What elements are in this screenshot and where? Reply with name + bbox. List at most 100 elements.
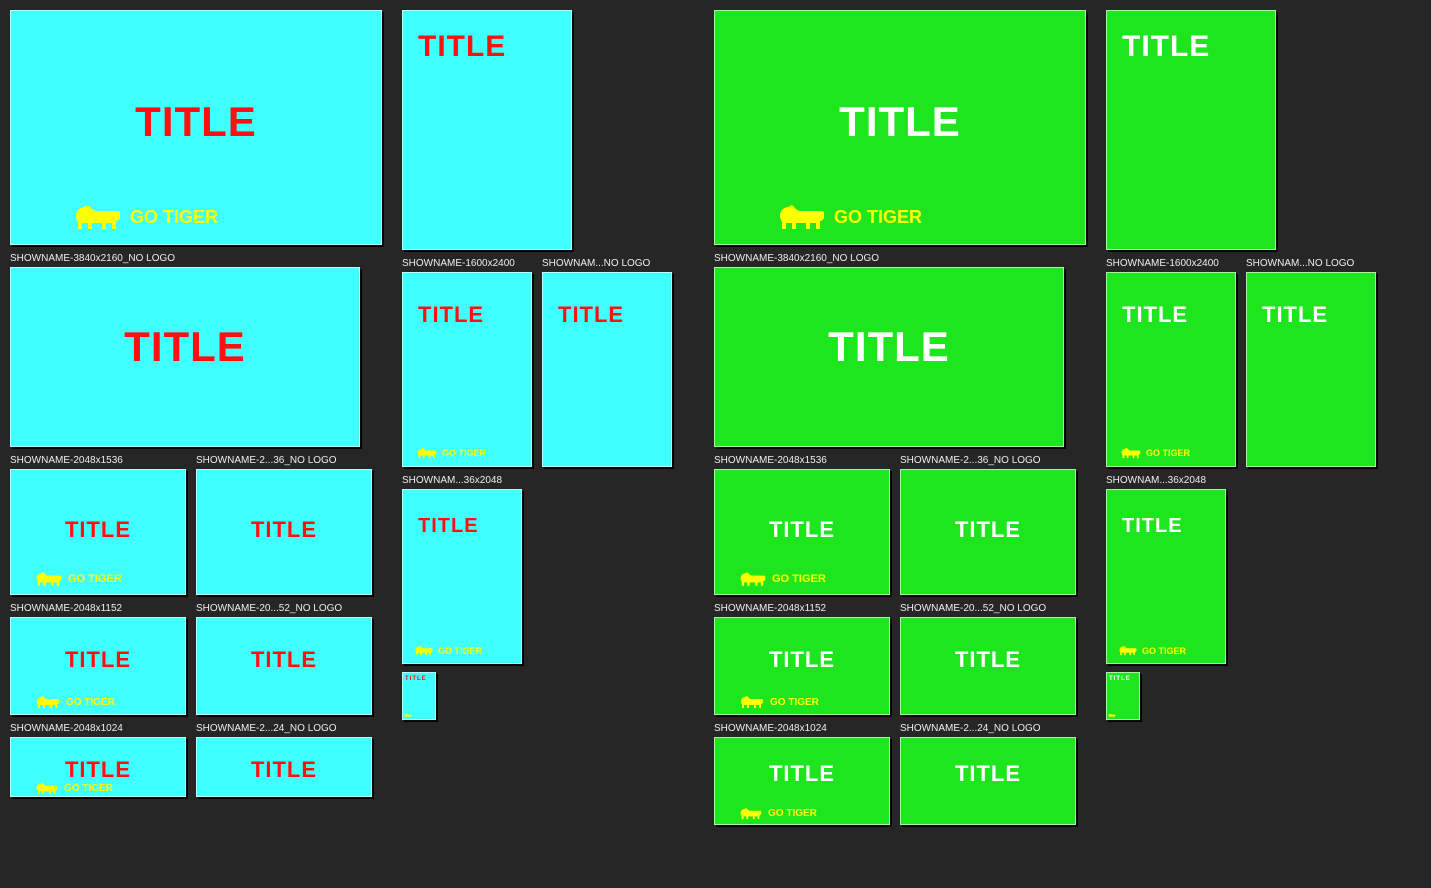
tagline-text: GO TIGER [66, 697, 115, 708]
thumbnail-item[interactable]: SHOWNAME-2048x1024 TITLE GO TIGER [10, 723, 186, 797]
logo-tagline [1108, 713, 1116, 718]
thumbnail-item[interactable]: TITLE [1106, 10, 1406, 250]
thumbnail-image: TITLE [1106, 10, 1276, 250]
thumbnail-label: SHOWNAME-20...52_NO LOGO [900, 603, 1076, 614]
thumbnail-item[interactable]: SHOWNAME-3840x2160_NO LOGO TITLE [10, 253, 390, 447]
title-overlay: TITLE [418, 30, 506, 64]
asset-gallery: TITLE GO TIGER SHOWNAME-3840x2160_NO LOG… [10, 10, 1421, 825]
thumbnail-image: TITLE GO TIGER [402, 272, 532, 467]
thumbnail-item[interactable]: SHOWNAME-2048x1024 TITLE GO TIGER [714, 723, 890, 825]
thumbnail-image: TITLE GO TIGER [714, 10, 1086, 245]
logo-tagline: GO TIGER [34, 694, 115, 710]
green-column-b: TITLE SHOWNAME-1600x2400 TITLE GO TIGER [1106, 10, 1406, 720]
thumbnail-item[interactable]: SHOWNAME-2048x1536 TITLE GO TIGER [714, 455, 890, 595]
thumbnail-item[interactable]: TITLE [1106, 672, 1406, 720]
tagline-text: GO TIGER [438, 646, 482, 656]
logo-tagline: GO TIGER [414, 644, 482, 657]
thumbnail-image: TITLE GO TIGER [402, 489, 522, 664]
title-overlay: TITLE [1122, 302, 1188, 328]
thumbnail-label: SHOWNAME-20...52_NO LOGO [196, 603, 372, 614]
thumbnail-image: TITLE [1106, 672, 1140, 720]
thumbnail-label: SHOWNAM...NO LOGO [542, 258, 662, 269]
title-overlay: TITLE [714, 98, 1086, 146]
title-overlay: TITLE [1122, 30, 1210, 64]
thumbnail-image: TITLE GO TIGER [1106, 489, 1226, 664]
title-overlay: TITLE [1122, 515, 1183, 538]
thumbnail-image: TITLE GO TIGER [10, 617, 186, 715]
logo-tagline: GO TIGER [416, 446, 486, 460]
thumbnail-image: TITLE GO TIGER [1106, 272, 1236, 467]
thumbnail-image: TITLE [1246, 272, 1376, 467]
thumbnail-item[interactable]: SHOWNAME-2048x1536 TITLE GO TIGER [10, 455, 186, 595]
thumbnail-item[interactable]: SHOWNAME-2...24_NO LOGO TITLE [196, 723, 372, 797]
title-overlay: TITLE [196, 517, 372, 543]
tiger-icon [738, 694, 766, 710]
thumbnail-item[interactable]: SHOWNAME-2...24_NO LOGO TITLE [900, 723, 1076, 825]
tagline-text: GO TIGER [64, 783, 113, 794]
title-overlay: TITLE [10, 757, 186, 783]
tagline-text: GO TIGER [1142, 646, 1186, 656]
thumbnail-label: SHOWNAME-1600x2400 [1106, 258, 1236, 269]
logo-tagline: GO TIGER [70, 201, 218, 233]
tiger-icon [34, 781, 60, 796]
tiger-icon [1120, 446, 1142, 460]
thumbnail-image: TITLE GO TIGER [714, 737, 890, 825]
title-overlay: TITLE [10, 323, 360, 371]
thumbnail-item[interactable]: TITLE [402, 10, 702, 250]
thumbnail-item[interactable]: SHOWNAM...NO LOGO TITLE [542, 258, 672, 467]
thumbnail-image: TITLE [196, 737, 372, 797]
tagline-text: GO TIGER [442, 448, 486, 458]
title-overlay: TITLE [714, 517, 890, 543]
logo-tagline: GO TIGER [1118, 644, 1186, 657]
thumbnail-label: SHOWNAME-2048x1024 [10, 723, 186, 734]
thumbnail-item[interactable]: SHOWNAME-1600x2400 TITLE GO TIGER [1106, 258, 1236, 467]
tagline-text: GO TIGER [834, 207, 922, 228]
green-column-a: TITLE GO TIGER SHOWNAME-3840x2160_NO LOG… [714, 10, 1094, 825]
thumbnail-image: TITLE [900, 617, 1076, 715]
thumbnail-item[interactable]: TITLE GO TIGER [10, 10, 390, 245]
tiger-icon [1118, 644, 1138, 657]
title-overlay: TITLE [10, 647, 186, 673]
thumbnail-label: SHOWNAME-1600x2400 [402, 258, 532, 269]
thumbnail-label: SHOWNAME-2...24_NO LOGO [900, 723, 1076, 734]
title-overlay: TITLE [714, 761, 890, 787]
variant-group-green: TITLE GO TIGER SHOWNAME-3840x2160_NO LOG… [714, 10, 1406, 825]
thumbnail-item[interactable]: SHOWNAME-20...52_NO LOGO TITLE [900, 603, 1076, 715]
cyan-column-a: TITLE GO TIGER SHOWNAME-3840x2160_NO LOG… [10, 10, 390, 797]
thumbnail-item[interactable]: SHOWNAM...36x2048 TITLE GO TIGER [402, 475, 702, 664]
tiger-icon [414, 644, 434, 657]
tiger-icon [738, 806, 764, 821]
thumbnail-item[interactable]: SHOWNAM...NO LOGO TITLE [1246, 258, 1376, 467]
thumbnail-label: SHOWNAME-2048x1536 [714, 455, 890, 466]
thumbnail-image: TITLE [900, 737, 1076, 825]
cyan-column-b: TITLE SHOWNAME-1600x2400 TITLE GO TIGER [402, 10, 702, 720]
logo-tagline [404, 713, 412, 718]
thumbnail-image: TITLE GO TIGER [10, 737, 186, 797]
thumbnail-item[interactable]: SHOWNAM...36x2048 TITLE GO TIGER [1106, 475, 1406, 664]
thumbnail-item[interactable]: SHOWNAME-2...36_NO LOGO TITLE [196, 455, 372, 595]
title-overlay: TITLE [714, 647, 890, 673]
title-overlay: TITLE [405, 676, 427, 682]
thumbnail-item[interactable]: TITLE GO TIGER [714, 10, 1094, 245]
thumbnail-label: SHOWNAME-2...36_NO LOGO [900, 455, 1076, 466]
thumbnail-label: SHOWNAM...36x2048 [402, 475, 522, 486]
thumbnail-image: TITLE [900, 469, 1076, 595]
logo-tagline: GO TIGER [1120, 446, 1190, 460]
title-overlay: TITLE [900, 517, 1076, 543]
thumbnail-item[interactable]: SHOWNAME-2...36_NO LOGO TITLE [900, 455, 1076, 595]
thumbnail-item[interactable]: SHOWNAME-1600x2400 TITLE GO TIGER [402, 258, 532, 467]
thumbnail-item[interactable]: SHOWNAME-20...52_NO LOGO TITLE [196, 603, 372, 715]
tiger-icon [34, 570, 64, 588]
thumbnail-item[interactable]: SHOWNAME-3840x2160_NO LOGO TITLE [714, 253, 1094, 447]
thumbnail-item[interactable]: SHOWNAME-2048x1152 TITLE GO TIGER [10, 603, 186, 715]
thumbnail-item[interactable]: TITLE [402, 672, 702, 720]
tagline-text: GO TIGER [130, 207, 218, 228]
variant-group-cyan: TITLE GO TIGER SHOWNAME-3840x2160_NO LOG… [10, 10, 702, 797]
thumbnail-item[interactable]: SHOWNAME-2048x1152 TITLE GO TIGER [714, 603, 890, 715]
thumbnail-image: TITLE [196, 469, 372, 595]
thumbnail-image: TITLE [402, 672, 436, 720]
tiger-icon [738, 570, 768, 588]
tagline-text: GO TIGER [768, 808, 817, 819]
logo-tagline: GO TIGER [774, 201, 922, 233]
title-overlay: TITLE [418, 302, 484, 328]
